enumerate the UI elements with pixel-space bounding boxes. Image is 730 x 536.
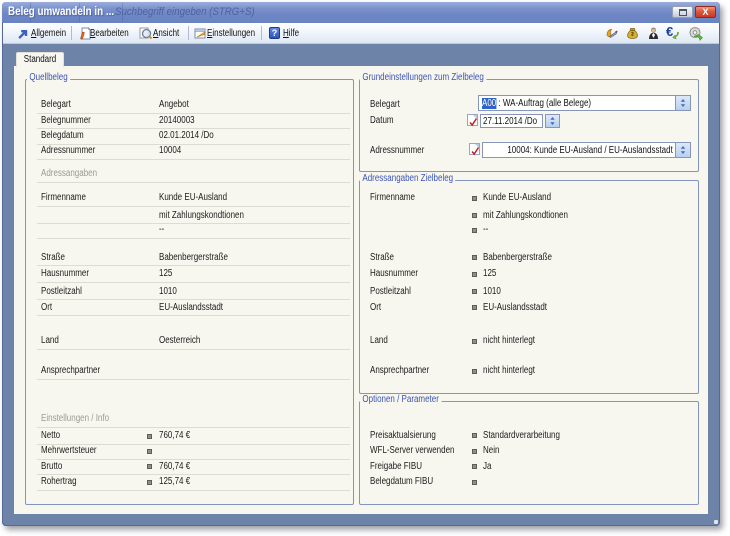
svg-text:€: €: [666, 25, 673, 39]
